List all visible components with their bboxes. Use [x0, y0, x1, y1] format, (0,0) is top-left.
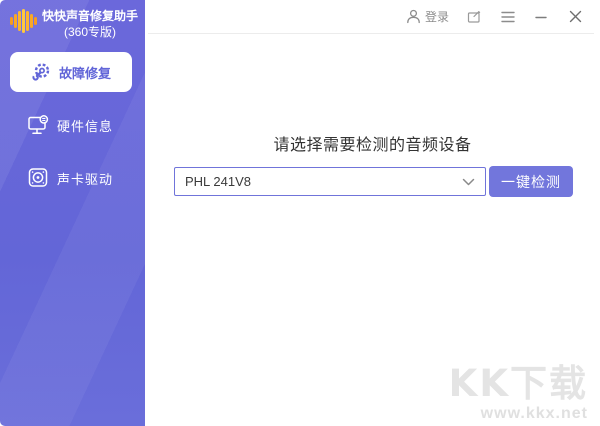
- sidebar-item-soundcard-driver[interactable]: 声卡驱动: [0, 158, 145, 198]
- topbar: 登录: [145, 0, 600, 33]
- monitor-info-icon: [27, 113, 50, 137]
- watermark-logo: KK下载: [448, 362, 588, 405]
- device-select-value: PHL 241V8: [185, 174, 252, 189]
- feedback-button[interactable]: [467, 10, 481, 24]
- app-title-line1: 快快声音修复助手: [42, 9, 139, 23]
- app-window: 快快声音修复助手 (360专版) 故障修复 硬件信息 声卡驱动 登录 请选择需要…: [0, 0, 600, 426]
- chevron-down-icon: [462, 178, 475, 186]
- device-prompt: 请选择需要检测的音频设备: [273, 137, 472, 154]
- login-label: 登录: [424, 10, 449, 24]
- login-button[interactable]: 登录: [406, 8, 449, 25]
- sidebar-item-fault-repair[interactable]: 故障修复: [10, 52, 132, 92]
- site-watermark: KK下载 www.kkx.net: [449, 365, 588, 422]
- close-button[interactable]: [569, 10, 582, 23]
- one-click-detect-button[interactable]: 一键检测: [489, 166, 573, 197]
- gear-wrench-icon: [31, 62, 51, 82]
- menu-icon[interactable]: [501, 11, 515, 23]
- sidebar-item-label: 故障修复: [58, 65, 111, 81]
- audio-wave-icon: [9, 8, 37, 39]
- sidebar-item-hardware-info[interactable]: 硬件信息: [0, 105, 145, 145]
- sidebar-item-label: 硬件信息: [57, 118, 114, 134]
- app-header: 快快声音修复助手 (360专版): [9, 8, 138, 40]
- person-icon: [406, 9, 421, 24]
- minimize-button[interactable]: [535, 11, 547, 23]
- device-select-row: PHL 241V8 一键检测: [174, 166, 573, 197]
- soundcard-icon: [27, 166, 50, 190]
- topbar-divider: [148, 33, 594, 34]
- sidebar: 快快声音修复助手 (360专版) 故障修复 硬件信息 声卡驱动: [0, 0, 145, 426]
- app-title: 快快声音修复助手 (360专版): [42, 8, 138, 40]
- sidebar-item-label: 声卡驱动: [57, 171, 114, 187]
- app-title-line2: (360专版): [64, 25, 117, 39]
- watermark-url: www.kkx.net: [480, 405, 588, 422]
- device-select[interactable]: PHL 241V8: [174, 167, 486, 196]
- feedback-icon: [467, 10, 481, 24]
